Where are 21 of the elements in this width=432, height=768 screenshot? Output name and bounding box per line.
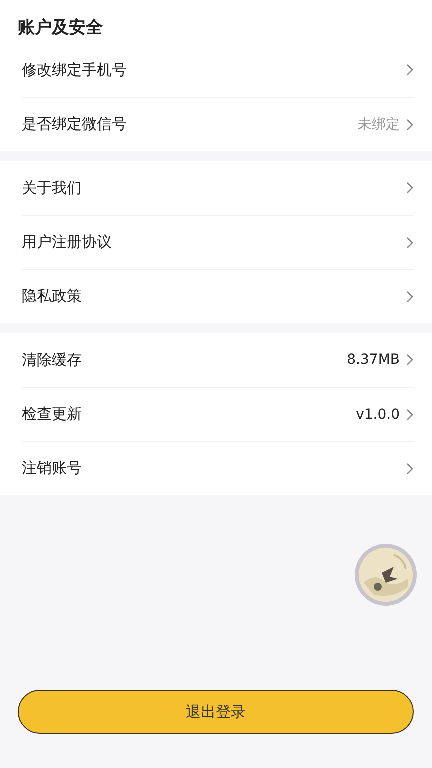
menu-item[interactable]: 用户注册协议	[22, 233, 406, 252]
menu-item[interactable]: 清除缓存	[22, 350, 348, 370]
menu-item[interactable]: 检查更新	[22, 405, 356, 424]
item-value: 8.37MB	[347, 352, 400, 368]
chevron-right-icon	[406, 64, 414, 76]
chevron-right-icon	[406, 182, 414, 194]
chevron-right-icon	[406, 118, 414, 130]
menu-item[interactable]: 修改绑定手机号	[22, 60, 406, 80]
chevron-right-icon	[406, 236, 414, 248]
section-title: 账户及安全	[18, 17, 104, 40]
menu-item[interactable]: 关于我们	[22, 178, 406, 198]
item-value: v1.0.0	[356, 406, 400, 422]
item-value: 未绑定	[358, 116, 400, 134]
menu-item[interactable]: 是否绑定微信号	[22, 115, 358, 134]
chevron-right-icon	[406, 462, 414, 474]
menu-item[interactable]: 注销账号	[22, 459, 406, 478]
menu-item[interactable]: 隐私政策	[22, 287, 406, 306]
logout-button[interactable]: 退出登录	[18, 690, 414, 734]
chevron-right-icon	[406, 408, 414, 420]
chevron-right-icon	[406, 354, 414, 366]
chevron-right-icon	[406, 290, 414, 302]
